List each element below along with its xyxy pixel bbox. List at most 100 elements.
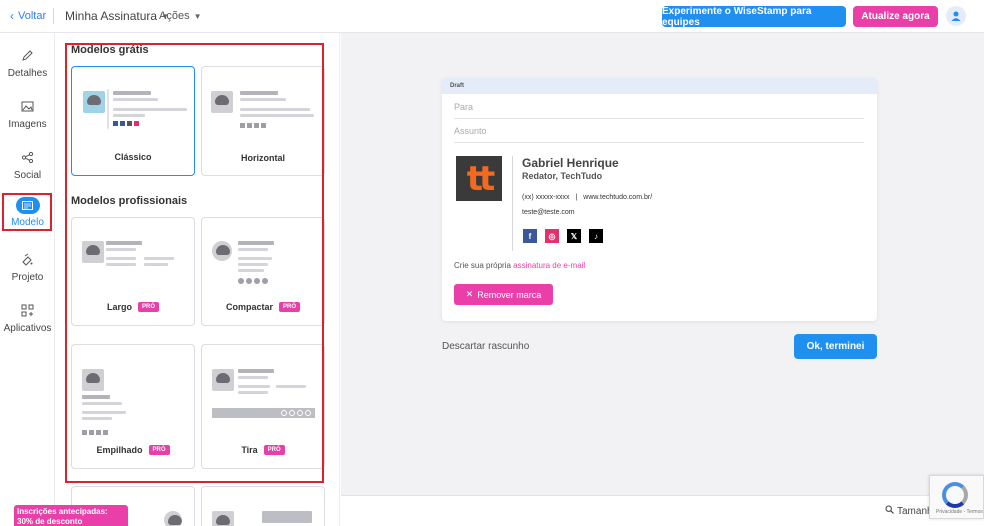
sidebar-item-label: Aplicativos	[3, 323, 52, 334]
template-name: Largo PRÓ	[72, 302, 194, 312]
pro-badge: PRÓ	[263, 445, 285, 455]
chevron-down-icon: ▼	[193, 11, 202, 21]
avatar-placeholder	[82, 241, 104, 263]
template-card-stacked[interactable]: Empilhado PRÓ	[71, 344, 195, 469]
x-icon[interactable]: 𝕏	[567, 229, 581, 243]
avatar-placeholder	[82, 369, 104, 391]
sidebar-item-details[interactable]: Detalhes	[0, 45, 55, 85]
instagram-icon[interactable]: ◎	[545, 229, 559, 243]
placeholder-line	[113, 91, 151, 95]
social-dot	[246, 278, 252, 284]
apps-icon	[20, 302, 36, 318]
template-name: Compactar PRÓ	[202, 302, 324, 312]
template-card-horizontal[interactable]: Horizontal	[201, 66, 325, 176]
share-icon	[20, 149, 36, 165]
top-bar: ‹ Voltar Minha Assinatura ▼ Ações ▼ Expe…	[0, 0, 984, 33]
teams-trial-button[interactable]: Experimente o WiseStamp para equipes	[662, 6, 846, 28]
signature-email: teste@teste.com	[522, 209, 575, 216]
zoom-icon	[885, 505, 894, 517]
avatar-placeholder	[211, 91, 233, 113]
placeholder-line	[106, 241, 142, 245]
social-ring	[297, 410, 303, 416]
company-logo: tt	[456, 156, 502, 201]
sidebar: Detalhes Imagens Social Modelo Projeto A…	[0, 33, 55, 526]
size-control[interactable]: Tamanh	[885, 505, 933, 517]
user-icon	[951, 11, 961, 21]
discard-draft-button[interactable]: Descartar rascunho	[442, 341, 529, 352]
signature-phone: (xx) xxxxx-xxxx	[522, 194, 570, 201]
social-square	[96, 430, 101, 435]
signature-website: www.techtudo.com.br/	[583, 194, 653, 201]
sidebar-item-template[interactable]: Modelo	[0, 197, 55, 237]
template-card-wide[interactable]: Largo PRÓ	[71, 217, 195, 326]
back-link[interactable]: ‹ Voltar	[10, 10, 46, 22]
upgrade-button[interactable]: Atualize agora	[853, 6, 938, 27]
social-dot	[254, 278, 260, 284]
email-preview-card: Draft Para Assunto tt Gabriel Henrique R…	[442, 78, 877, 321]
placeholder-line	[238, 241, 274, 245]
signature-menu[interactable]: Minha Assinatura ▼	[65, 9, 169, 23]
template-name: Clássico	[114, 152, 152, 162]
signature-name: Gabriel Henrique	[522, 156, 619, 170]
social-ring	[289, 410, 295, 416]
template-card-compact[interactable]: Compactar PRÓ	[201, 217, 325, 326]
done-button[interactable]: Ok, terminei	[794, 334, 877, 359]
create-signature-link[interactable]: assinatura de e-mail	[513, 261, 585, 270]
placeholder-line	[240, 114, 314, 117]
user-avatar[interactable]	[946, 6, 966, 26]
sidebar-item-label: Detalhes	[7, 68, 48, 79]
pro-templates-title: Modelos profissionais	[71, 195, 188, 207]
sidebar-item-design[interactable]: Projeto	[0, 249, 55, 289]
sidebar-item-apps[interactable]: Aplicativos	[0, 300, 55, 340]
actions-menu-label: Ações	[159, 10, 190, 22]
signature-role: Redator, TechTudo	[522, 171, 603, 181]
pencil-icon	[20, 47, 36, 63]
social-square	[127, 121, 132, 126]
sidebar-item-label: Social	[13, 170, 42, 181]
field-divider	[454, 142, 864, 143]
remove-brand-button[interactable]: ✕ Remover marca	[454, 284, 553, 305]
subject-field: Assunto	[454, 126, 487, 136]
social-dot	[238, 278, 244, 284]
sidebar-item-images[interactable]: Imagens	[0, 96, 55, 136]
placeholder-line	[82, 395, 110, 399]
social-square	[82, 430, 87, 435]
social-square	[120, 121, 125, 126]
social-square	[134, 121, 139, 126]
template-card-strip[interactable]: Tira PRÓ	[201, 344, 325, 469]
template-card-classic[interactable]: Clássico	[71, 66, 195, 176]
placeholder-line	[144, 257, 174, 260]
tiktok-icon[interactable]: ♪	[589, 229, 603, 243]
actions-menu[interactable]: Ações ▼	[159, 10, 202, 22]
signature-divider	[512, 156, 513, 251]
template-icon	[15, 197, 40, 214]
placeholder-line	[144, 263, 168, 266]
facebook-icon[interactable]: f	[523, 229, 537, 243]
palette-icon	[20, 251, 36, 267]
placeholder-line	[238, 385, 270, 388]
pro-badge: PRÓ	[279, 302, 301, 312]
draft-header: Draft	[442, 78, 877, 94]
placeholder-line	[113, 98, 158, 101]
placeholder-line	[238, 391, 268, 394]
template-name: Empilhado PRÓ	[72, 445, 194, 455]
sidebar-item-social[interactable]: Social	[0, 147, 55, 187]
avatar-placeholder	[164, 511, 182, 526]
create-signature-text: Crie sua própria assinatura de e-mail	[454, 261, 586, 270]
placeholder-line	[240, 98, 286, 101]
template-card-partial[interactable]	[201, 486, 325, 526]
sidebar-item-label: Modelo	[11, 217, 44, 228]
placeholder-line	[238, 257, 272, 260]
placeholder-line	[113, 114, 145, 117]
social-ring	[305, 410, 311, 416]
early-signup-promo[interactable]: Inscrições antecipadas: 30% de desconto	[14, 505, 128, 526]
placeholder-line	[240, 108, 310, 111]
contact-separator: |	[575, 194, 578, 201]
placeholder-line	[106, 263, 136, 266]
avatar-placeholder	[83, 91, 105, 113]
placeholder-line	[238, 269, 264, 272]
recaptcha-badge[interactable]: Privacidade - Termos	[929, 475, 984, 519]
chevron-left-icon: ‹	[10, 9, 14, 23]
placeholder-line	[82, 411, 126, 414]
placeholder-line	[106, 257, 136, 260]
